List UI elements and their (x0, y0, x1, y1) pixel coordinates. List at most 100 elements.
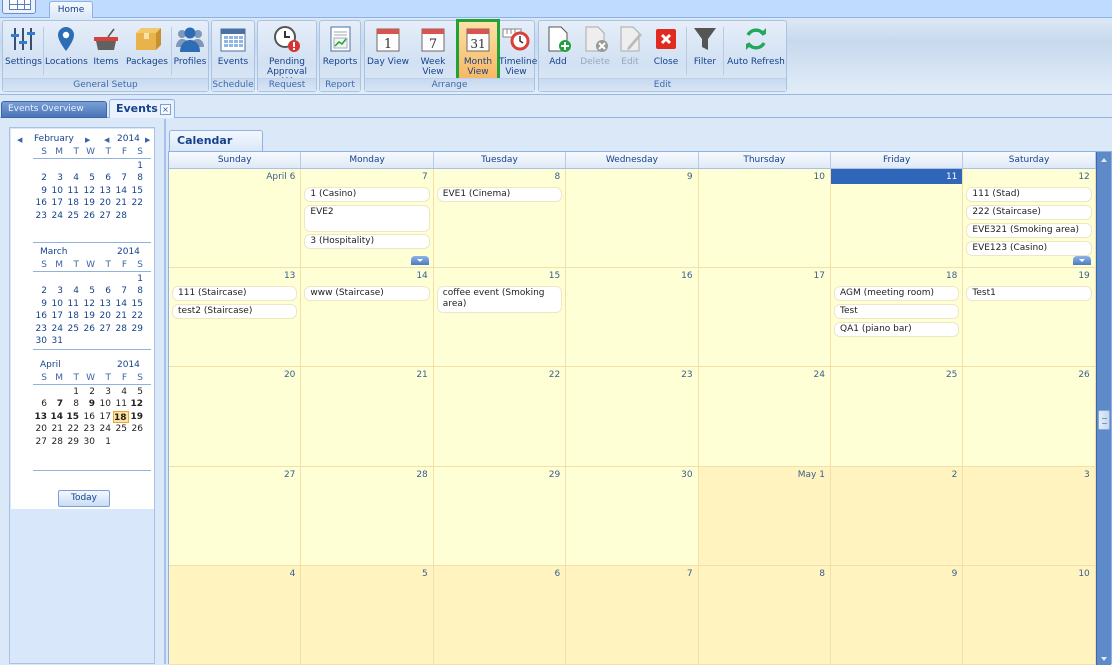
day-cell[interactable]: 24 (698, 367, 831, 467)
mini-day[interactable]: 8 (129, 285, 145, 297)
mini-day[interactable]: 17 (49, 197, 65, 209)
mini-day[interactable]: 23 (33, 210, 49, 222)
mini-day[interactable]: 25 (113, 423, 129, 435)
mini-day[interactable]: 12 (81, 298, 97, 310)
day-cell[interactable]: 22 (433, 367, 567, 467)
tab-events-overview[interactable]: Events Overview (1, 101, 107, 118)
mini-day[interactable]: 1 (129, 160, 145, 172)
application-menu-button[interactable] (2, 0, 36, 14)
scroll-down-icon[interactable] (1097, 653, 1111, 665)
mini-day[interactable]: 28 (113, 210, 129, 222)
mini-day[interactable]: 10 (49, 185, 65, 197)
event-item[interactable]: 222 (Staircase) (966, 205, 1092, 220)
day-cell[interactable]: 5 (301, 565, 434, 665)
settings-button[interactable]: Settings (5, 23, 42, 79)
day-cell[interactable]: 7 1 (Casino) EVE2 3 (Hospitality) (301, 169, 434, 269)
mini-day[interactable]: 28 (49, 436, 65, 448)
next-month-icon[interactable]: ▶ (85, 136, 90, 144)
reports-button[interactable]: Reports (322, 23, 358, 79)
day-cell[interactable]: 9 (566, 169, 699, 269)
day-cell[interactable]: 17 (698, 268, 831, 368)
mini-day[interactable]: 27 (97, 210, 113, 222)
event-item[interactable]: www (Staircase) (304, 286, 430, 302)
mini-day[interactable]: 20 (97, 197, 113, 209)
mini-day[interactable]: 26 (81, 323, 97, 335)
week-view-button[interactable]: 7 Week View (411, 23, 455, 79)
day-cell[interactable]: 16 (566, 268, 699, 368)
mini-day[interactable]: 27 (97, 323, 113, 335)
day-view-button[interactable]: 1 Day View (367, 23, 409, 79)
day-cell[interactable]: 11 (831, 169, 964, 269)
mini-day[interactable]: 18 (65, 197, 81, 209)
delete-button[interactable]: Delete (577, 23, 613, 79)
month-view-button[interactable]: 31 Month View (456, 19, 500, 83)
event-item[interactable]: Test1 (966, 286, 1092, 302)
day-cell[interactable]: 7 (566, 565, 699, 665)
mini-day[interactable]: 1 (97, 436, 113, 448)
mini-day[interactable]: 1 (65, 386, 81, 398)
day-cell[interactable]: May 1 (698, 466, 831, 566)
close-button[interactable]: Close (649, 23, 683, 79)
mini-day[interactable]: 24 (97, 423, 113, 435)
mini-day[interactable]: 6 (97, 172, 113, 184)
day-cell[interactable]: 3 (963, 466, 1096, 566)
today-button[interactable]: Today (58, 490, 110, 507)
mini-day[interactable]: 7 (49, 398, 65, 410)
more-events-icon[interactable] (1072, 256, 1091, 266)
event-item[interactable]: QA1 (piano bar) (834, 322, 960, 338)
mini-day[interactable]: 28 (113, 323, 129, 335)
mini-day[interactable]: 19 (81, 310, 97, 322)
mini-day[interactable]: 17 (49, 310, 65, 322)
mini-day[interactable]: 8 (65, 398, 81, 410)
mini-day[interactable]: 2 (81, 386, 97, 398)
day-cell[interactable]: April 6 (169, 169, 302, 269)
mini-day[interactable]: 4 (113, 386, 129, 398)
event-item[interactable]: 3 (Hospitality) (304, 234, 430, 249)
mini-day[interactable]: 13 (97, 185, 113, 197)
event-item[interactable]: EVE123 (Casino) (966, 241, 1092, 256)
mini-day[interactable]: 13 (97, 298, 113, 310)
ribbon-tab-home[interactable]: Home (49, 1, 93, 19)
mini-day[interactable]: 9 (81, 398, 97, 410)
mini-day[interactable]: 4 (65, 285, 81, 297)
day-cell[interactable]: 8 EVE1 (Cinema) (433, 169, 567, 269)
mini-day[interactable]: 13 (33, 411, 49, 423)
mini-day[interactable]: 12 (129, 398, 145, 410)
mini-day[interactable]: 30 (81, 436, 97, 448)
day-cell[interactable]: 10 (963, 565, 1096, 665)
mini-day[interactable]: 17 (97, 411, 113, 423)
day-cell[interactable]: 26 (963, 367, 1096, 467)
prev-year-icon[interactable]: ◀ (104, 136, 109, 144)
mini-day[interactable]: 15 (129, 185, 145, 197)
day-cell[interactable]: 21 (301, 367, 434, 467)
mini-day[interactable]: 21 (113, 197, 129, 209)
mini-day[interactable]: 24 (49, 210, 65, 222)
day-cell[interactable]: 9 (831, 565, 964, 665)
event-item[interactable]: EVE1 (Cinema) (436, 187, 563, 202)
day-cell[interactable]: 25 (831, 367, 964, 467)
mini-day[interactable]: 4 (65, 172, 81, 184)
day-cell[interactable]: 6 (433, 565, 567, 665)
mini-day[interactable]: 22 (65, 423, 81, 435)
mini-day[interactable]: 14 (49, 411, 65, 423)
mini-day[interactable]: 22 (129, 197, 145, 209)
event-item[interactable]: EVE321 (Smoking area) (966, 223, 1092, 238)
mini-day[interactable]: 14 (113, 185, 129, 197)
pending-approval-button[interactable]: Pending Approval (0) (260, 23, 314, 87)
mini-day[interactable]: 19 (129, 411, 145, 423)
mini-day[interactable]: 29 (129, 323, 145, 335)
mini-day[interactable]: 14 (113, 298, 129, 310)
mini-day[interactable]: 19 (81, 197, 97, 209)
locations-button[interactable]: Locations (45, 23, 88, 79)
mini-day[interactable]: 6 (97, 285, 113, 297)
mini-day[interactable]: 21 (49, 423, 65, 435)
mini-day[interactable]: 25 (65, 210, 81, 222)
day-cell[interactable]: 30 (566, 466, 699, 566)
mini-day[interactable]: 15 (129, 298, 145, 310)
event-item[interactable]: Test (834, 304, 960, 320)
day-cell[interactable]: 4 (169, 565, 302, 665)
edit-button[interactable]: Edit (615, 23, 645, 79)
mini-day[interactable]: 24 (49, 323, 65, 335)
event-item[interactable]: test2 (Staircase) (172, 304, 298, 320)
mini-day[interactable]: 27 (33, 436, 49, 448)
